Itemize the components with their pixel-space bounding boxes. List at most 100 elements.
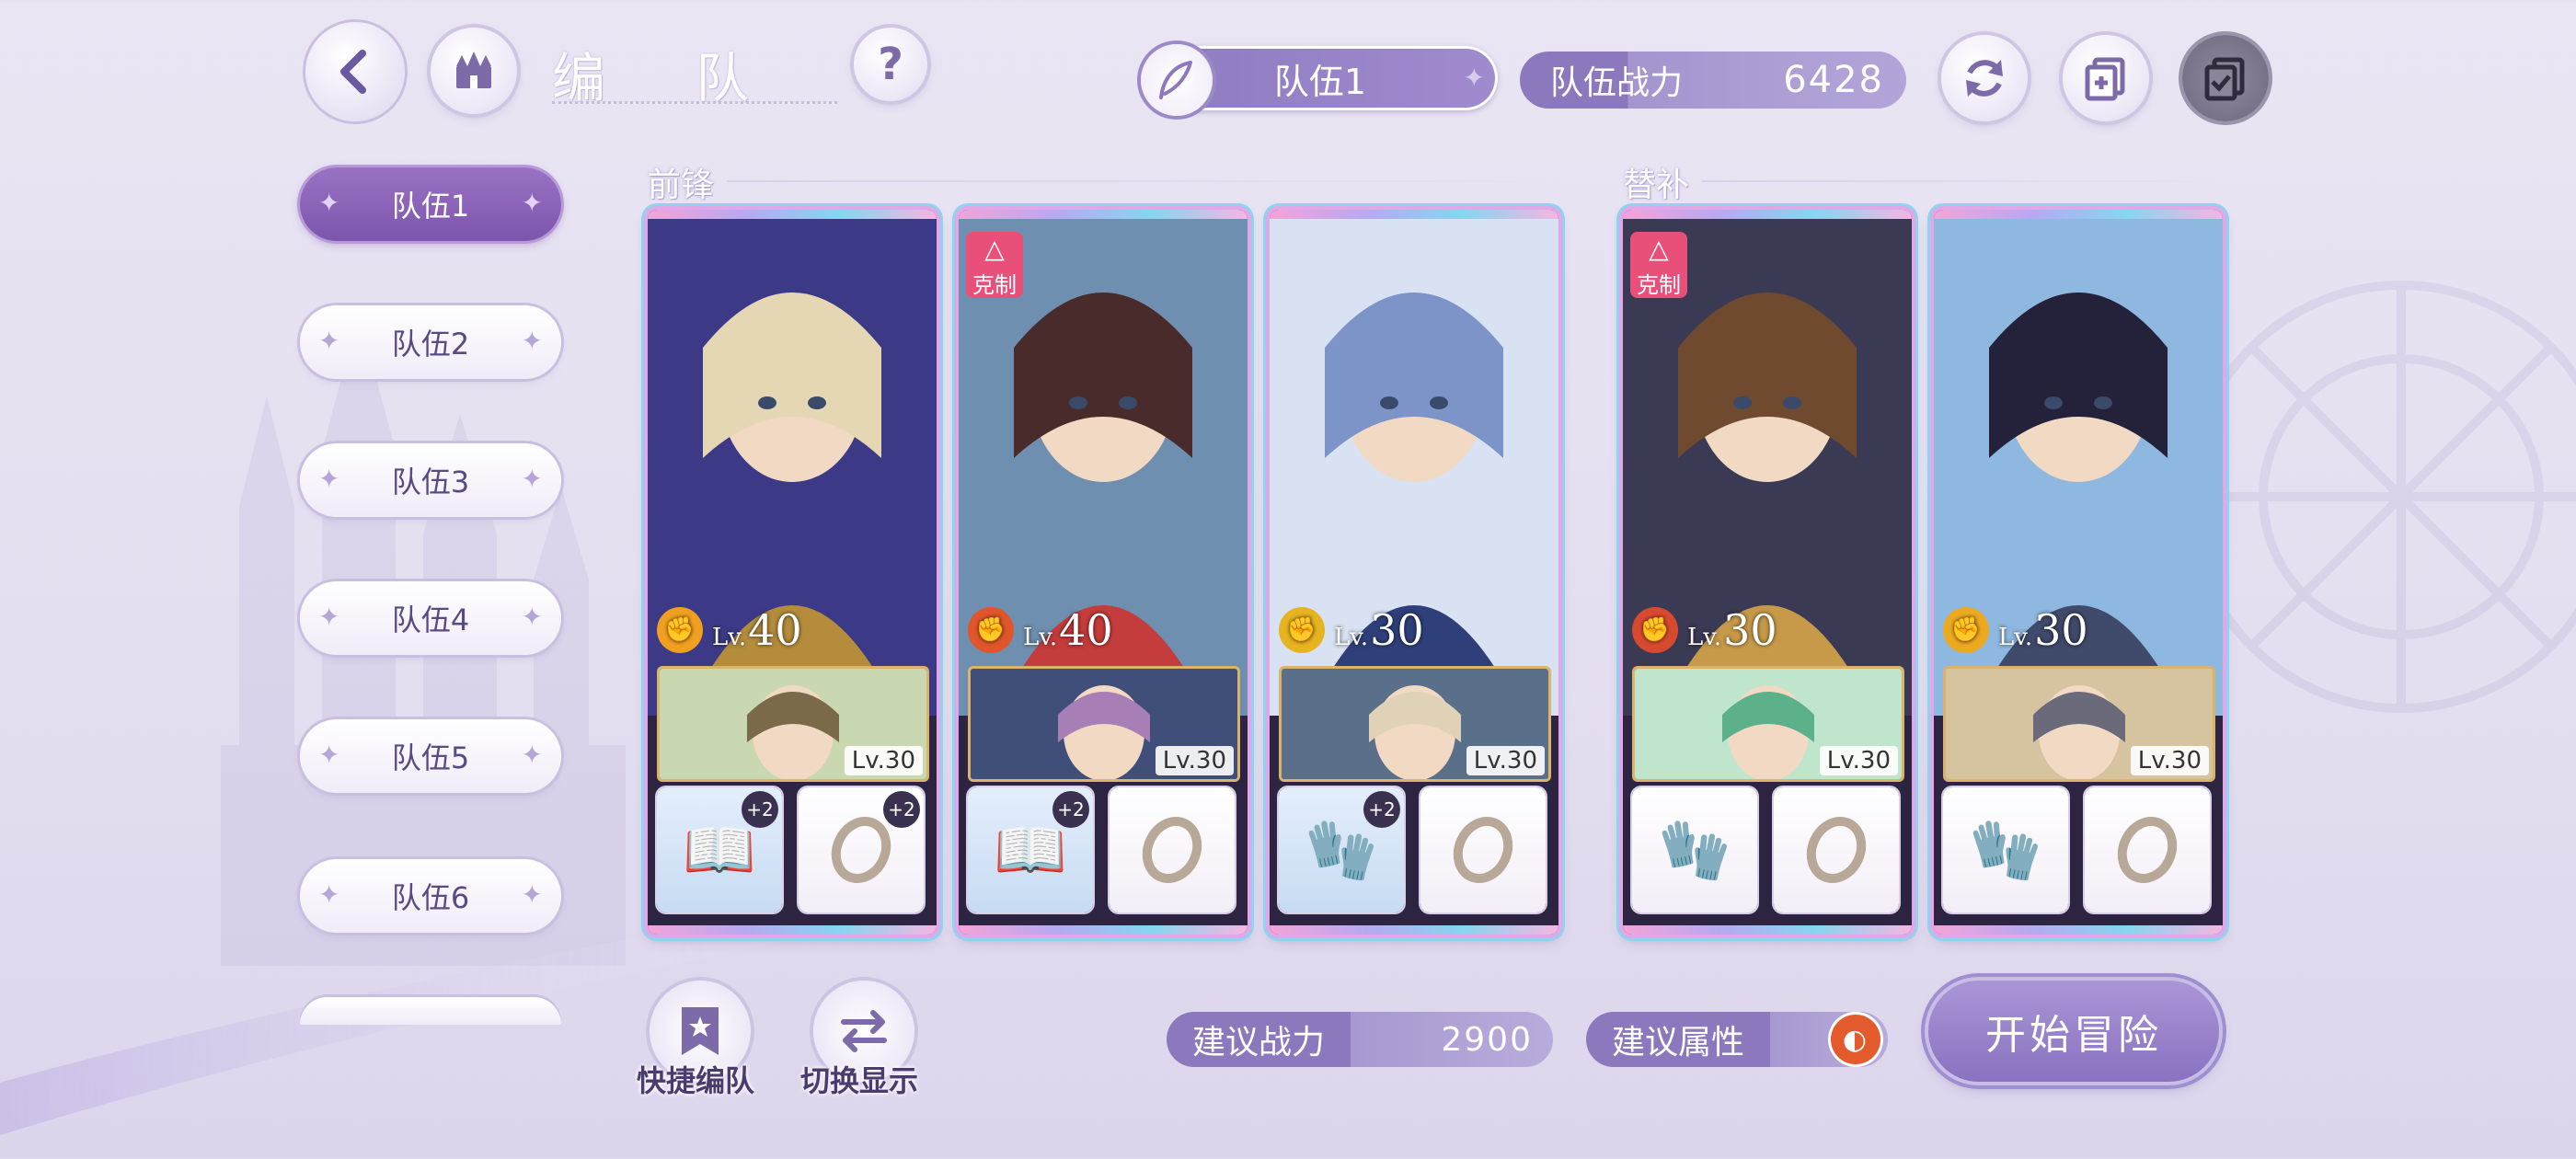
home-button[interactable] [431, 28, 517, 114]
team-tab-label: 队伍5 [391, 740, 470, 775]
suggested-power-label: 建议战力 [1167, 1012, 1351, 1067]
support-character[interactable]: Lv.30 [657, 666, 929, 782]
equipment-slot-right[interactable] [1420, 787, 1546, 912]
team-tab-2[interactable]: ✦ 队伍2 ✦ [300, 305, 561, 379]
character-card[interactable]: ✊ Lv. 30 Lv.30 🧤 [1934, 210, 2223, 935]
swap-arrows-icon [841, 1010, 887, 1052]
feather-icon [1141, 44, 1213, 116]
confirm-button[interactable] [2182, 35, 2269, 121]
suggested-attribute-value: ◐ [1770, 1012, 1888, 1067]
refresh-button[interactable] [1941, 35, 2028, 121]
refresh-icon [1966, 60, 2003, 97]
support-level: Lv.30 [1819, 746, 1898, 775]
ferris-wheel-silhouette [2185, 281, 2576, 713]
level-value: 30 [2034, 605, 2088, 655]
reserve-section-label: 替补 [1623, 166, 1690, 204]
level-prefix: Lv. [1998, 624, 2033, 651]
quick-team-label: 快捷编队 [637, 1063, 755, 1098]
card-top-border [1623, 210, 1912, 219]
equipment-slot-right[interactable] [1774, 787, 1899, 912]
sparkle-icon: ✦ [521, 464, 543, 494]
team-tab-partial[interactable] [300, 997, 561, 1025]
sparkle-icon: ✦ [318, 464, 340, 494]
fist-attribute-icon: ✊ [1943, 607, 1989, 653]
sparkle-icon: ✦ [521, 602, 543, 632]
chevron-left-icon [340, 50, 366, 94]
team-tab-1[interactable]: ✦ 队伍1 ✦ [300, 167, 561, 241]
sparkle-icon: ✦ [521, 740, 543, 770]
support-character[interactable]: Lv.30 [1943, 666, 2215, 782]
level-prefix: Lv. [1334, 624, 1369, 651]
card-top-border [1934, 210, 2223, 219]
ring-icon [1806, 816, 1867, 884]
character-level: ✊ Lv. 40 [657, 605, 802, 655]
suggested-attribute-label: 建议属性 [1586, 1012, 1771, 1067]
support-character[interactable]: Lv.30 [1279, 666, 1551, 782]
front-section-label: 前锋 [648, 166, 715, 204]
fist-attribute-icon: ✊ [1279, 607, 1325, 653]
support-level: Lv.30 [1466, 746, 1545, 775]
fist-attribute-icon: ✊ [1632, 607, 1678, 653]
sparkle-icon: ✦ [521, 326, 543, 356]
equipment-slot-left[interactable]: 🧤 [1943, 787, 2068, 912]
sparkle-icon: ✦ [318, 326, 340, 356]
equipment-slot-right[interactable]: +2 [799, 787, 924, 912]
sparkle-icon: ✦ [1463, 63, 1485, 93]
suggested-power-display: 建议战力 2900 [1167, 1012, 1553, 1067]
character-card[interactable]: ✊ Lv. 40 Lv.30 📖 +2 +2 [648, 210, 937, 935]
team-tab-label: 队伍2 [391, 327, 470, 361]
sparkle-icon: ✦ [318, 602, 340, 632]
team-tab-3[interactable]: ✦ 队伍3 ✦ [300, 443, 561, 517]
help-button[interactable]: ? [854, 28, 927, 101]
level-value: 40 [1059, 605, 1113, 655]
ring-icon [2117, 816, 2178, 884]
team-tab-5[interactable]: ✦ 队伍5 ✦ [300, 719, 561, 793]
fire-swirl-icon: ◐ [1831, 1015, 1880, 1064]
equipment-slot-left[interactable]: 🧤 +2 [1279, 787, 1404, 912]
team-tab-4[interactable]: ✦ 队伍4 ✦ [300, 581, 561, 655]
team-tab-6[interactable]: ✦ 队伍6 ✦ [300, 859, 561, 933]
equipment-slot-left[interactable]: 📖 +2 [657, 787, 782, 912]
card-bottom-border [1623, 925, 1912, 935]
glove-icon: 🧤 [1969, 816, 2042, 885]
support-character[interactable]: Lv.30 [1632, 666, 1904, 782]
ring-icon [831, 816, 891, 884]
team-tab-label: 队伍4 [391, 602, 470, 637]
book-icon: 📖 [683, 816, 756, 885]
checklist-icon [2204, 57, 2245, 101]
card-bottom-border [959, 925, 1248, 935]
team-power-label: 队伍战力 [1549, 64, 1683, 102]
fire-attribute-icon: ✊ [657, 607, 703, 653]
card-bottom-border [1270, 925, 1558, 935]
equipment-slot-right[interactable] [1110, 787, 1235, 912]
card-top-border [959, 210, 1248, 219]
equipment-slot-left[interactable]: 🧤 [1632, 787, 1757, 912]
team-tab-label: 队伍6 [391, 880, 470, 915]
add-team-button[interactable] [2063, 35, 2149, 121]
character-card[interactable]: △ 克制 ✊ Lv. 30 Lv.30 🧤 [1623, 210, 1912, 935]
reserve-section-line [1702, 180, 2217, 182]
ring-icon [1142, 816, 1202, 884]
card-top-border [648, 210, 937, 219]
level-value: 40 [748, 605, 802, 655]
level-prefix: Lv. [1023, 624, 1058, 651]
enhance-badge: +2 [742, 791, 778, 828]
level-value: 30 [1723, 605, 1777, 655]
support-level: Lv.30 [2130, 746, 2209, 775]
character-card[interactable]: ✊ Lv. 30 Lv.30 🧤 +2 [1270, 210, 1558, 935]
back-button[interactable] [305, 22, 405, 121]
sparkle-icon: ✦ [318, 879, 340, 910]
character-card[interactable]: △ 克制 ✊ Lv. 40 Lv.30 📖 +2 [959, 210, 1248, 935]
support-character[interactable]: Lv.30 [968, 666, 1240, 782]
glove-icon: 🧤 [1658, 816, 1731, 885]
team-power-value: 6428 [1783, 59, 1884, 101]
glove-icon: 🧤 [1305, 816, 1378, 885]
enhance-badge: +2 [1052, 791, 1089, 828]
character-level: ✊ Lv. 30 [1632, 605, 1777, 655]
front-section-line [727, 180, 1555, 182]
equipment-slot-left[interactable]: 📖 +2 [968, 787, 1093, 912]
equipment-slot-right[interactable] [2085, 787, 2210, 912]
question-icon: ? [878, 39, 903, 90]
castle-icon [456, 52, 491, 88]
start-adventure-button[interactable]: 开始冒险 [1928, 981, 2219, 1082]
